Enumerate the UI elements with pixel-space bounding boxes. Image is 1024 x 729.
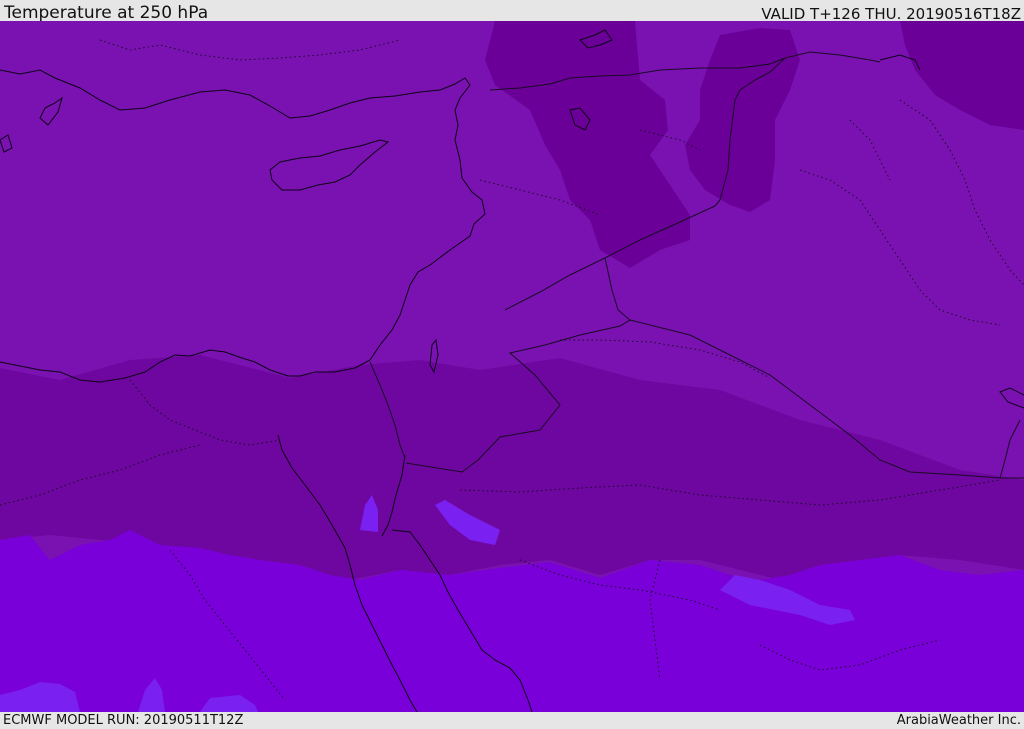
top-bar: Temperature at 250 hPa VALID T+126 THU. … <box>0 0 1024 23</box>
map-title: Temperature at 250 hPa <box>4 3 209 23</box>
temperature-map <box>0 21 1024 712</box>
map-area <box>0 21 1024 712</box>
credit: ArabiaWeather Inc. <box>896 713 1021 728</box>
bottom-bar: ECMWF MODEL RUN: 20190511T12Z ArabiaWeat… <box>0 712 1024 729</box>
model-run: ECMWF MODEL RUN: 20190511T12Z <box>3 713 244 728</box>
